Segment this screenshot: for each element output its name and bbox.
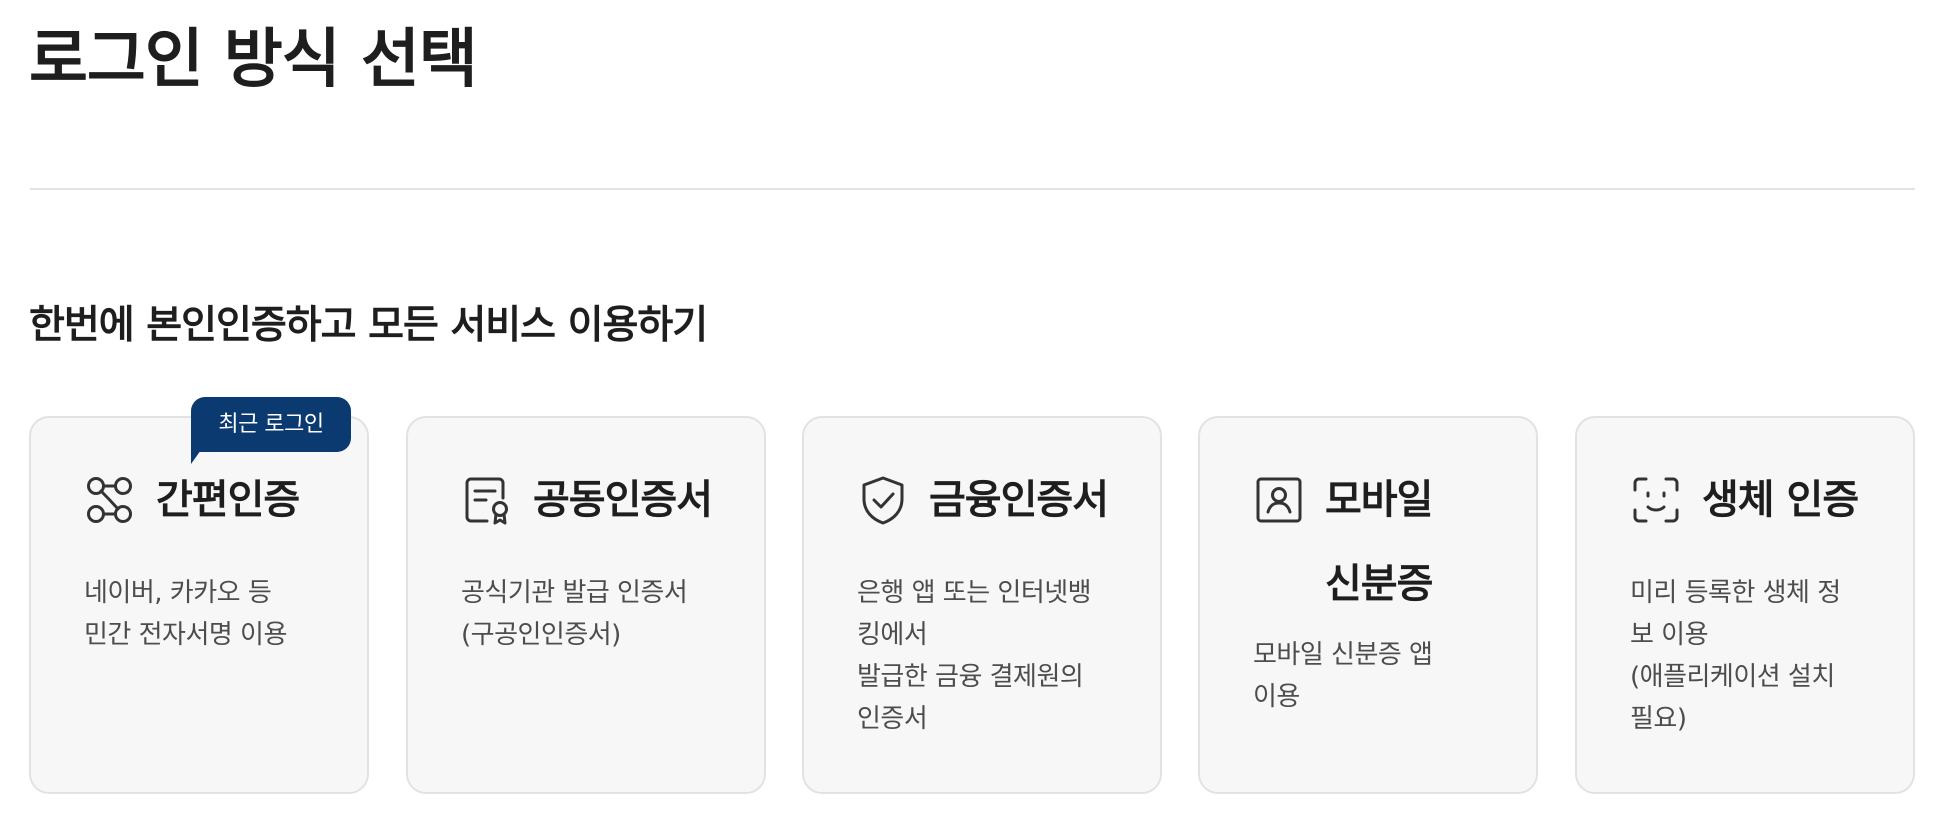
- card-title-line: 신분증: [1325, 561, 1433, 607]
- card-description: 네이버, 카카오 등 민간 전자서명 이용: [84, 572, 287, 656]
- card-description-line: 은행 앱 또는 인터넷뱅: [857, 578, 1092, 608]
- title-divider: [30, 188, 1915, 190]
- login-option-biometric[interactable]: 생체 인증 미리 등록한 생체 정 보 이용 (애플리케이션 설치 필요): [1575, 416, 1915, 794]
- page-title: 로그인 방식 선택: [29, 23, 478, 97]
- card-title: 금융인증서: [929, 477, 1109, 523]
- card-description-line: 민간 전자서명 이용: [84, 620, 287, 650]
- section-heading: 한번에 본인인증하고 모든 서비스 이용하기: [29, 303, 708, 348]
- badge-tail: [191, 450, 201, 464]
- card-description-line: 이용: [1253, 682, 1300, 712]
- card-header: 금융인증서: [857, 474, 1109, 526]
- card-description-line: (구공인인증서): [461, 620, 621, 650]
- card-title: 생체 인증: [1702, 477, 1859, 523]
- card-title: 모바일 신분증: [1325, 458, 1433, 626]
- login-option-financial-certificate[interactable]: 금융인증서 은행 앱 또는 인터넷뱅 킹에서 발급한 금융 결제원의 인증서: [802, 416, 1162, 794]
- card-description: 미리 등록한 생체 정 보 이용 (애플리케이션 설치 필요): [1630, 572, 1841, 740]
- card-header: 생체 인증: [1630, 474, 1859, 526]
- card-header: 모바일 신분증: [1253, 474, 1433, 626]
- card-description: 은행 앱 또는 인터넷뱅 킹에서 발급한 금융 결제원의 인증서: [857, 572, 1092, 740]
- login-method-page: 로그인 방식 선택 한번에 본인인증하고 모든 서비스 이용하기 간편인증 네이…: [0, 0, 1945, 820]
- card-description: 공식기관 발급 인증서 (구공인인증서): [461, 572, 688, 656]
- id-card-person-icon: [1253, 474, 1305, 526]
- card-description-line: (애플리케이션 설치: [1630, 662, 1835, 692]
- face-scan-icon: [1630, 474, 1682, 526]
- card-description-line: 필요): [1630, 704, 1687, 734]
- card-description-line: 인증서: [857, 704, 928, 734]
- card-description: 모바일 신분증 앱 이용: [1253, 634, 1433, 718]
- login-option-mobile-id[interactable]: 모바일 신분증 모바일 신분증 앱 이용: [1198, 416, 1538, 794]
- card-description-line: 네이버, 카카오 등: [84, 578, 272, 608]
- card-description-line: 모바일 신분증 앱: [1253, 640, 1433, 670]
- login-option-simple-auth[interactable]: 간편인증 네이버, 카카오 등 민간 전자서명 이용: [29, 416, 369, 794]
- card-description-line: 킹에서: [857, 620, 928, 650]
- card-title: 간편인증: [156, 477, 300, 523]
- card-header: 공동인증서: [461, 474, 713, 526]
- card-title-line: 모바일: [1325, 477, 1433, 523]
- certificate-document-icon: [461, 474, 513, 526]
- card-description-line: 발급한 금융 결제원의: [857, 662, 1084, 692]
- card-description-line: 보 이용: [1630, 620, 1709, 650]
- card-description-line: 미리 등록한 생체 정: [1630, 578, 1841, 608]
- card-description-line: 공식기관 발급 인증서: [461, 578, 688, 608]
- shield-check-icon: [857, 474, 909, 526]
- card-header: 간편인증: [84, 474, 300, 526]
- card-title: 공동인증서: [533, 477, 713, 523]
- login-option-joint-certificate[interactable]: 공동인증서 공식기관 발급 인증서 (구공인인증서): [406, 416, 766, 794]
- recent-login-badge: 최근 로그인: [191, 397, 351, 452]
- simple-auth-link-icon: [84, 474, 136, 526]
